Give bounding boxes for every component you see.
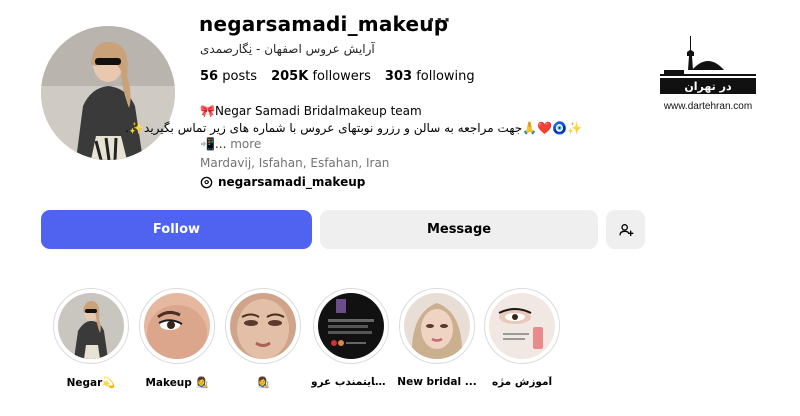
bio-rtl-line: ✨🧿❤️🙏جهت مراجعه به سالن و رزرو نوبتهای ع… [125, 121, 582, 135]
highlight-label: Negar💫 [66, 377, 116, 389]
highlight-cover [230, 293, 296, 359]
highlight-label: Makeup 👩‍🎨 [145, 377, 209, 389]
bio-name-line: 🎀Negar Samadi Bridalmakeup team [200, 104, 422, 118]
highlight-label: آموزش مژه [491, 376, 553, 388]
profile-location[interactable]: Mardavij, Isfahan, Esfahan, Iran [200, 156, 389, 170]
options-icon[interactable]: ··· [428, 10, 452, 31]
following-stat[interactable]: 303 following [385, 69, 475, 84]
bio-more-line: 📲... more [200, 137, 261, 151]
avatar-image [41, 26, 175, 160]
highlight-cover [318, 293, 384, 359]
profile-stats: 56 posts 205K followers 303 following [200, 69, 475, 84]
highlight-item[interactable]: Makeup 👩‍🎨 [137, 288, 217, 389]
profile-username: negarsamadi_makeup [199, 12, 449, 36]
bio-more-prefix: 📲... [200, 137, 227, 151]
highlight-cover [144, 293, 210, 359]
logo-text: در تهران [684, 80, 732, 93]
highlight-label: رضایتمندب عرو... [311, 376, 391, 388]
story-highlights: Negar💫 Makeup 👩‍🎨 👩‍🎨 رضایتمندب عرو... N… [0, 288, 800, 398]
highlight-item[interactable]: 👩‍🎨 [223, 288, 303, 389]
threads-handle: negarsamadi_makeup [218, 175, 366, 189]
highlight-item[interactable]: رضایتمندب عرو... [311, 288, 391, 388]
person-plus-icon [618, 223, 633, 236]
highlight-cover [58, 293, 124, 359]
threads-link[interactable]: negarsamadi_makeup [200, 175, 365, 189]
highlight-item[interactable]: Negar💫 [51, 288, 131, 389]
posts-stat[interactable]: 56 posts [200, 69, 257, 84]
highlight-label: New bridal ... [397, 376, 477, 388]
highlight-item[interactable]: New bridal ... [397, 288, 477, 388]
highlight-label: 👩‍🎨 [256, 377, 270, 389]
tower-logo-icon: در تهران [660, 36, 756, 94]
message-button[interactable]: Message [320, 210, 598, 249]
suggest-users-button[interactable] [606, 210, 645, 249]
profile-avatar[interactable] [41, 26, 175, 160]
highlight-cover [404, 293, 470, 359]
followers-stat[interactable]: 205K followers [271, 69, 371, 84]
highlight-cover [489, 293, 555, 359]
watermark-url: www.dartehran.com [663, 101, 753, 112]
profile-category: آرایش عروس اصفهان - نِگارصمدی [200, 42, 375, 56]
threads-icon [200, 176, 213, 188]
bio-more-link[interactable]: more [230, 137, 261, 151]
highlight-item[interactable]: آموزش مژه [482, 288, 562, 388]
follow-button[interactable]: Follow [41, 210, 312, 249]
